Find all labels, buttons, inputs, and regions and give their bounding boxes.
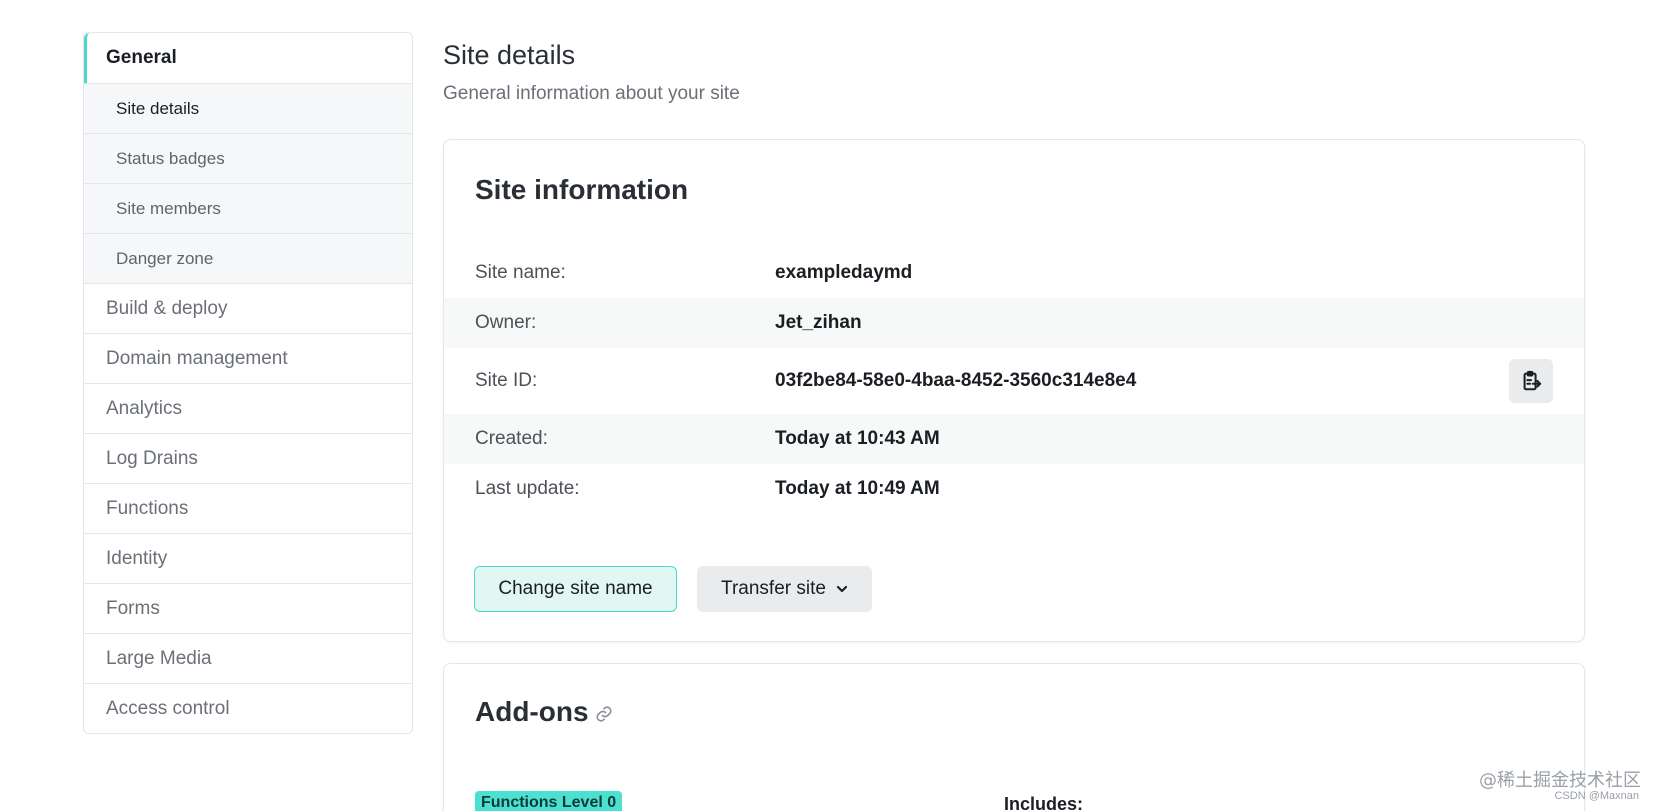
- sidebar-item-analytics[interactable]: Analytics: [84, 383, 412, 433]
- sidebar-subitem-danger-zone[interactable]: Danger zone: [84, 233, 412, 283]
- settings-sidebar: General Site details Status badges Site …: [83, 32, 413, 734]
- sidebar-item-access-control[interactable]: Access control: [84, 683, 412, 733]
- addons-title: Add-ons: [475, 696, 589, 727]
- sidebar-subitem-label: Danger zone: [116, 248, 214, 268]
- change-site-name-button[interactable]: Change site name: [474, 566, 677, 612]
- sidebar-subitem-label: Site details: [116, 98, 200, 118]
- sidebar-item-forms[interactable]: Forms: [84, 583, 412, 633]
- sidebar-item-label: Analytics: [106, 397, 183, 419]
- site-name-value: exampledaymd: [775, 262, 913, 283]
- watermark: @稀土掘金技术社区: [1479, 770, 1641, 791]
- sidebar-subitem-label: Site members: [116, 198, 221, 218]
- chevron-down-icon: [836, 585, 848, 593]
- link-icon[interactable]: [595, 705, 613, 723]
- sidebar-item-functions[interactable]: Functions: [84, 483, 412, 533]
- card-title: Add-ons: [475, 696, 613, 728]
- sidebar-item-label: Build & deploy: [106, 297, 228, 319]
- sidebar-item-general[interactable]: General: [84, 33, 412, 83]
- sidebar-item-large-media[interactable]: Large Media: [84, 633, 412, 683]
- sidebar-item-label: Access control: [106, 697, 230, 719]
- page-subtitle: General information about your site: [443, 83, 740, 104]
- site-name-row: Site name: exampledaymd: [444, 248, 1584, 298]
- created-row: Created: Today at 10:43 AM: [444, 414, 1584, 464]
- sidebar-subitem-status-badges[interactable]: Status badges: [84, 133, 412, 183]
- sidebar-item-label: Log Drains: [106, 447, 198, 469]
- site-information-card: Site information Site name: exampledaymd…: [443, 139, 1585, 642]
- functions-level-badge: Functions Level 0: [475, 791, 623, 811]
- sidebar-item-label: Identity: [106, 547, 168, 569]
- card-title: Site information: [475, 174, 689, 205]
- addons-card: Add-ons Functions Level 0 Includes:: [443, 663, 1585, 811]
- copy-site-id-button[interactable]: [1509, 359, 1553, 403]
- clipboard-copy-icon: [1523, 370, 1542, 391]
- watermark-credit: CSDN @Maxnan: [1554, 790, 1639, 802]
- sidebar-item-log-drains[interactable]: Log Drains: [84, 433, 412, 483]
- includes-label: Includes:: [1004, 794, 1084, 811]
- transfer-site-label: Transfer site: [721, 578, 826, 599]
- owner-value: Jet_zihan: [775, 312, 862, 333]
- site-id-row: Site ID: 03f2be84-58e0-4baa-8452-3560c31…: [444, 348, 1584, 414]
- owner-row: Owner: Jet_zihan: [444, 298, 1584, 348]
- sidebar-subitem-site-members[interactable]: Site members: [84, 183, 412, 233]
- sidebar-item-identity[interactable]: Identity: [84, 533, 412, 583]
- page-title: Site details: [443, 40, 576, 70]
- last-update-row: Last update: Today at 10:49 AM: [444, 464, 1584, 514]
- sidebar-subitem-site-details[interactable]: Site details: [84, 83, 412, 133]
- owner-label: Owner:: [475, 312, 537, 333]
- sidebar-item-label: Forms: [106, 597, 160, 619]
- sidebar-item-domain-management[interactable]: Domain management: [84, 333, 412, 383]
- sidebar-item-label: Large Media: [106, 647, 212, 669]
- last-update-value: Today at 10:49 AM: [775, 478, 940, 499]
- site-name-label: Site name:: [475, 262, 566, 283]
- site-id-value: 03f2be84-58e0-4baa-8452-3560c314e8e4: [775, 370, 1137, 391]
- sidebar-item-label: Functions: [106, 497, 189, 519]
- created-value: Today at 10:43 AM: [775, 428, 940, 449]
- sidebar-item-label: General: [106, 47, 177, 68]
- sidebar-subitem-label: Status badges: [116, 148, 225, 168]
- transfer-site-button[interactable]: Transfer site: [697, 566, 872, 612]
- last-update-label: Last update:: [475, 478, 580, 499]
- created-label: Created:: [475, 428, 548, 449]
- sidebar-item-label: Domain management: [106, 347, 288, 369]
- change-site-name-label: Change site name: [498, 578, 653, 599]
- sidebar-item-build-deploy[interactable]: Build & deploy: [84, 283, 412, 333]
- site-id-label: Site ID:: [475, 370, 538, 391]
